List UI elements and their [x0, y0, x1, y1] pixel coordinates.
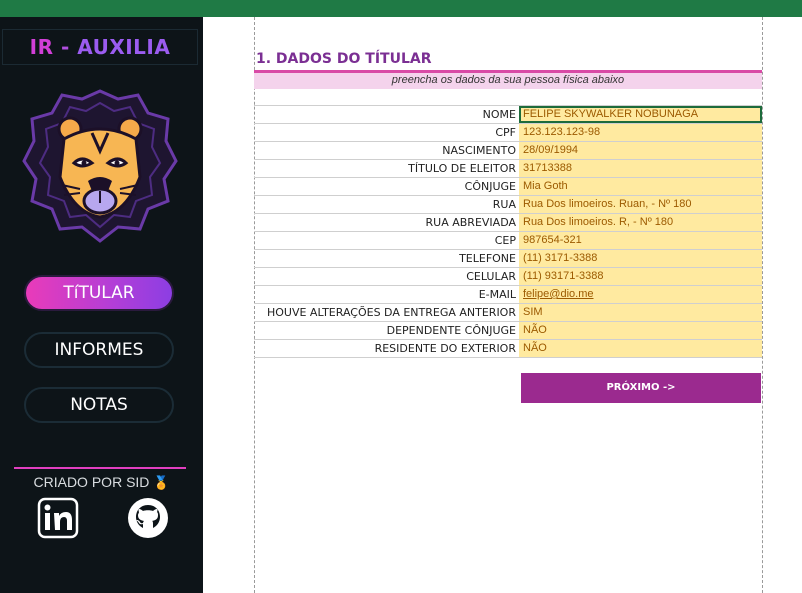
telefone-field[interactable]: (11) 3171-3388	[519, 250, 762, 267]
field-label: NASCIMENTO	[442, 144, 516, 157]
field-label: RUA ABREVIADA	[425, 216, 516, 229]
rua-field[interactable]: Rua Dos limoeiros. Ruan, - Nº 180	[519, 196, 762, 213]
field-label: E-MAIL	[478, 288, 516, 301]
cpf-field[interactable]: 123.123.123-98	[519, 124, 762, 141]
section-title: 1. DADOS DO TÍTULAR	[256, 51, 432, 67]
credit-text: CRIADO POR SID	[33, 474, 150, 490]
dependente-conjuge-field[interactable]: NÃO	[519, 322, 762, 339]
github-icon[interactable]	[127, 497, 169, 539]
email-field[interactable]: felipe@dio.me	[519, 286, 762, 303]
form-row-rua-abreviada: RUA ABREVIADA Rua Dos limoeiros. R, - Nº…	[254, 214, 762, 232]
sidebar: IR - AUXILIA TíTULAR INFORMES NOTAS CRIA…	[0, 17, 203, 593]
form-row-nome: NOME FELIPE SKYWALKER NOBUNAGA	[254, 106, 762, 124]
brand-auxilia: AUXILIA	[77, 35, 171, 59]
form-row-telefone: TELEFONE (11) 3171-3388	[254, 250, 762, 268]
form-row-conjuge: CÔNJUGE Mia Goth	[254, 178, 762, 196]
rua-abreviada-field[interactable]: Rua Dos limoeiros. R, - Nº 180	[519, 214, 762, 231]
section-subtitle: preencha os dados da sua pessoa física a…	[254, 73, 762, 89]
sidebar-divider	[14, 467, 186, 469]
form-row-cep: CEP 987654-321	[254, 232, 762, 250]
field-label: CÔNJUGE	[464, 180, 516, 193]
field-label: CEP	[494, 234, 516, 247]
form-row-titulo-eleitor: TÍTULO DE ELEITOR 31713388	[254, 160, 762, 178]
window-top-bar	[0, 0, 802, 17]
field-label: CPF	[495, 126, 516, 139]
cep-field[interactable]: 987654-321	[519, 232, 762, 249]
field-label: DEPENDENTE CÔNJUGE	[386, 324, 516, 337]
app-logo-title: IR - AUXILIA	[2, 29, 198, 65]
field-label: RUA	[492, 198, 516, 211]
brand-separator: -	[53, 35, 78, 59]
conjuge-field[interactable]: Mia Goth	[519, 178, 762, 195]
brand-ir: IR	[29, 35, 54, 59]
form-row-cpf: CPF 123.123.123-98	[254, 124, 762, 142]
titular-form: NOME FELIPE SKYWALKER NOBUNAGA CPF 123.1…	[254, 105, 762, 358]
titulo-eleitor-field[interactable]: 31713388	[519, 160, 762, 177]
field-label: RESIDENTE DO EXTERIOR	[374, 342, 516, 355]
field-label: CELULAR	[466, 270, 516, 283]
residente-exterior-field[interactable]: NÃO	[519, 340, 762, 357]
form-row-alteracoes: HOUVE ALTERAÇÕES DA ENTREGA ANTERIOR SIM	[254, 304, 762, 322]
form-row-nascimento: NASCIMENTO 28/09/1994	[254, 142, 762, 160]
next-button[interactable]: PRÓXIMO ->	[521, 373, 761, 403]
nav-button-notas[interactable]: NOTAS	[24, 387, 174, 423]
linkedin-icon[interactable]	[37, 497, 79, 539]
field-label: HOUVE ALTERAÇÕES DA ENTREGA ANTERIOR	[266, 306, 516, 319]
form-row-residente-exterior: RESIDENTE DO EXTERIOR NÃO	[254, 340, 762, 358]
field-label: NOME	[482, 108, 516, 121]
form-row-email: E-MAIL felipe@dio.me	[254, 286, 762, 304]
lion-icon	[22, 89, 178, 243]
field-label: TÍTULO DE ELEITOR	[408, 162, 516, 175]
celular-field[interactable]: (11) 93171-3388	[519, 268, 762, 285]
credit-line: CRIADO POR SID 🏅	[0, 474, 203, 491]
nav-button-informes[interactable]: INFORMES	[24, 332, 174, 368]
nome-field[interactable]: FELIPE SKYWALKER NOBUNAGA	[519, 106, 762, 123]
form-row-dependente-conjuge: DEPENDENTE CÔNJUGE NÃO	[254, 322, 762, 340]
form-row-celular: CELULAR (11) 93171-3388	[254, 268, 762, 286]
alteracoes-field[interactable]: SIM	[519, 304, 762, 321]
nav-button-titular[interactable]: TíTULAR	[24, 275, 174, 311]
form-row-rua: RUA Rua Dos limoeiros. Ruan, - Nº 180	[254, 196, 762, 214]
medal-icon: 🏅	[153, 475, 170, 490]
sheet-page-border-right	[762, 17, 763, 593]
nascimento-field[interactable]: 28/09/1994	[519, 142, 762, 159]
field-label: TELEFONE	[459, 252, 516, 265]
